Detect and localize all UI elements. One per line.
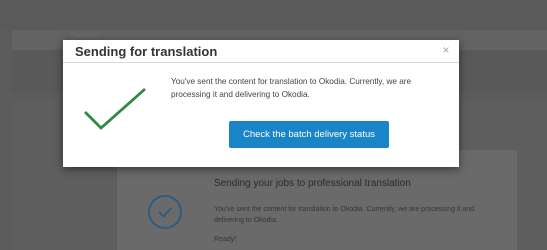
background-card-title: Sending your jobs to professional transl… bbox=[214, 178, 411, 189]
checkmark-icon bbox=[84, 87, 146, 130]
background-ready-label: Ready! bbox=[214, 236, 237, 243]
check-circle-icon bbox=[148, 195, 182, 229]
background-top-area bbox=[0, 0, 547, 30]
background-card-text: You've sent the content for translation … bbox=[214, 206, 475, 224]
translation-dialog: Sending for translation × You've sent th… bbox=[63, 40, 459, 167]
background-toolbar-label: Translation bbox=[70, 33, 100, 39]
check-batch-status-button[interactable]: Check the batch delivery status bbox=[229, 121, 389, 148]
dialog-title: Sending for translation bbox=[75, 44, 218, 59]
close-icon[interactable]: × bbox=[440, 43, 452, 57]
dialog-message: You've sent the content for translation … bbox=[171, 77, 412, 99]
dialog-header: Sending for translation × bbox=[63, 40, 459, 63]
